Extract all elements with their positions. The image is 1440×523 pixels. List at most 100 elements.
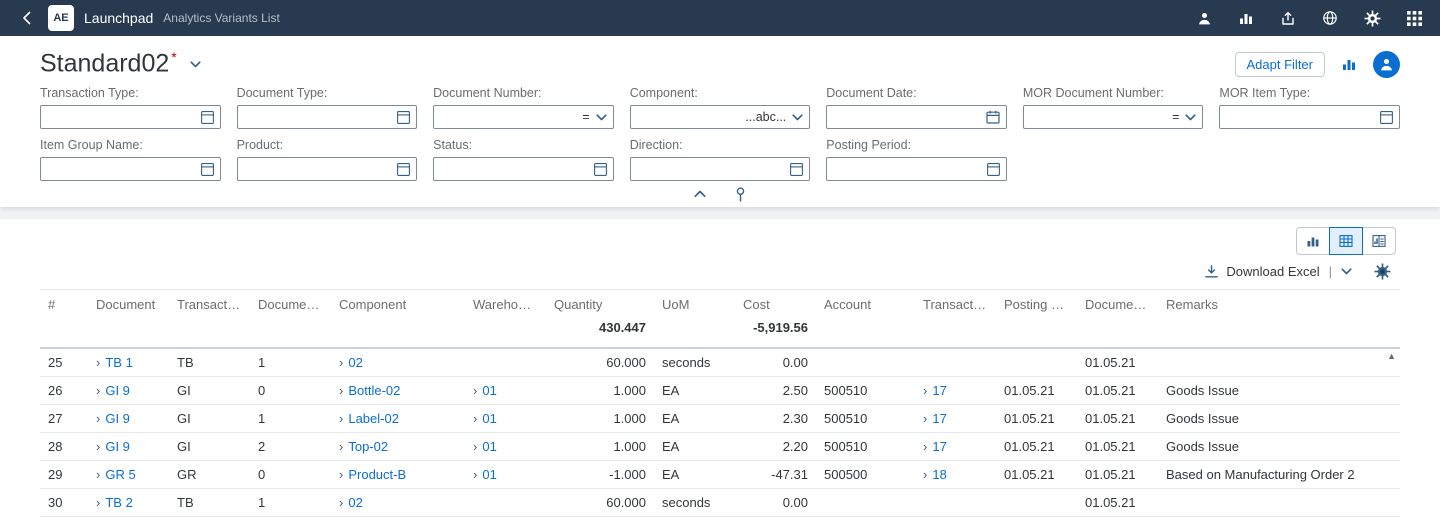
cell-link[interactable]: 01	[482, 439, 496, 454]
table-row[interactable]: 26 › GI 9 GI 0 › Bottle-02 › 01 1.000 EA 2.50 500510…	[40, 376, 1400, 405]
profile-button[interactable]	[1373, 50, 1400, 78]
column-header-document[interactable]: Document...	[250, 289, 331, 316]
column-header-quantity[interactable]: Quantity	[546, 289, 654, 316]
cell-link[interactable]: 17	[932, 411, 946, 426]
table-row[interactable]: 28 › GI 9 GI 2 › Top-02 › 01 1.000 EA 2.20 500510 › 17…	[40, 432, 1400, 461]
cell-link[interactable]: 01	[482, 411, 496, 426]
filter-input-status[interactable]	[433, 157, 614, 181]
value-help-icon[interactable]	[397, 162, 411, 176]
table-cell: GI	[169, 432, 250, 461]
scroll-top-icon[interactable]: ▲	[1387, 352, 1396, 361]
bar-chart-icon[interactable]	[1236, 8, 1256, 28]
cell-link[interactable]: GR 5	[105, 467, 135, 482]
filter-input-document-date[interactable]	[826, 105, 1007, 129]
filter-input-component[interactable]: ...abc...	[629, 105, 811, 129]
cell-link[interactable]: 17	[932, 383, 946, 398]
globe-icon[interactable]	[1320, 8, 1340, 28]
column-header-component[interactable]: Component	[331, 289, 465, 316]
cell-link[interactable]: 02	[348, 495, 362, 510]
chart-icon[interactable]	[1337, 52, 1361, 76]
table-settings-gear-icon[interactable]	[1372, 261, 1392, 281]
value-help-icon[interactable]	[986, 162, 1000, 176]
column-total	[816, 316, 915, 349]
column-header-account[interactable]: Account	[816, 289, 915, 316]
value-help-icon[interactable]	[200, 162, 214, 176]
filter-input-transaction-type[interactable]	[40, 105, 221, 129]
cell-link[interactable]: 17	[932, 439, 946, 454]
filter-input-document-type[interactable]	[236, 105, 418, 129]
back-icon[interactable]	[16, 7, 38, 29]
table-row[interactable]: 25 › TB 1 TB 1 › 02 60.000 seconds 0.00 01.05.21	[40, 348, 1400, 377]
value-help-icon[interactable]	[397, 110, 411, 124]
filter-input-mor-document-number[interactable]: =	[1022, 105, 1204, 129]
column-header-posting-date[interactable]: Posting Date	[996, 289, 1077, 316]
cell-link[interactable]: Bottle-02	[348, 383, 400, 398]
cell-link[interactable]: TB 2	[105, 495, 132, 510]
expand-chevron-icon: ›	[923, 439, 928, 454]
filter-label: Direction:	[629, 138, 683, 152]
value-help-icon[interactable]	[593, 162, 607, 176]
column-header-transaction[interactable]: Transaction...	[915, 289, 996, 316]
settings-icon[interactable]	[1362, 8, 1382, 28]
column-header-uom[interactable]: UoM	[654, 289, 735, 316]
page-title[interactable]: Standard02 *	[40, 49, 177, 78]
cell-link[interactable]: TB 1	[105, 355, 132, 370]
chart-view-button[interactable]	[1296, 227, 1330, 255]
download-menu-chevron-icon[interactable]	[1341, 267, 1352, 275]
operator-label[interactable]: =	[1172, 110, 1179, 124]
table-row[interactable]: 30 › TB 2 TB 1 › 02 60.000 seconds 0.00 01.05.21	[40, 488, 1400, 517]
column-header-document[interactable]: Document	[88, 289, 169, 316]
dropdown-icon[interactable]	[596, 113, 607, 121]
download-excel-button[interactable]: Download Excel |	[1204, 264, 1352, 279]
value-help-icon[interactable]	[790, 162, 804, 176]
expand-chevron-icon: ›	[923, 467, 928, 482]
table-cell: › 01	[465, 404, 546, 433]
table-cell: 01.05.21	[996, 376, 1077, 405]
table-cell	[996, 348, 1077, 377]
calendar-icon[interactable]	[986, 110, 1000, 124]
dropdown-icon[interactable]	[1185, 113, 1197, 121]
column-header-[interactable]: #	[40, 289, 88, 316]
cell-link[interactable]: GI 9	[105, 439, 130, 454]
table-row[interactable]: 27 › GI 9 GI 1 › Label-02 › 01 1.000 EA 2.30 500510 ›…	[40, 404, 1400, 433]
table-view-button[interactable]	[1329, 227, 1363, 255]
filter-input-mor-item-type[interactable]	[1219, 105, 1400, 129]
dropdown-icon[interactable]	[792, 113, 803, 121]
cell-link[interactable]: Top-02	[348, 439, 388, 454]
table-cell: 1.000	[546, 432, 654, 461]
variant-chevron-down-icon[interactable]	[187, 55, 205, 73]
cell-link[interactable]: GI 9	[105, 383, 130, 398]
filter-input-product[interactable]	[236, 157, 418, 181]
filter-input-item-group-name[interactable]	[40, 157, 221, 181]
cell-link[interactable]: Product-B	[348, 467, 406, 482]
value-help-icon[interactable]	[200, 110, 214, 124]
filter-input-direction[interactable]	[629, 157, 811, 181]
column-header-warehouse[interactable]: Warehouse...	[465, 289, 546, 316]
column-header-remarks[interactable]: Remarks	[1158, 289, 1400, 316]
filter-input-document-number[interactable]: =	[433, 105, 614, 129]
column-header-cost[interactable]: Cost	[735, 289, 816, 316]
collapse-filter-chevron-up-icon[interactable]	[690, 185, 710, 203]
table-row[interactable]: 29 › GR 5 GR 0 › Product-B › 01 -1.000 EA -47.31 500…	[40, 460, 1400, 489]
cell-link[interactable]: 01	[482, 383, 496, 398]
export-icon[interactable]	[1278, 8, 1298, 28]
app-logo-initials: AE	[53, 12, 69, 24]
mixed-view-button[interactable]	[1362, 227, 1396, 255]
user-icon[interactable]	[1194, 8, 1214, 28]
cell-link[interactable]: 01	[482, 467, 496, 482]
grid-icon[interactable]	[1404, 8, 1424, 28]
value-help-icon[interactable]	[1380, 110, 1393, 124]
app-logo[interactable]: AE	[48, 5, 74, 31]
column-header-transaction[interactable]: Transaction...	[169, 289, 250, 316]
cell-link[interactable]: Label-02	[348, 411, 399, 426]
pin-filter-icon[interactable]	[730, 185, 750, 203]
cell-link[interactable]: 18	[932, 467, 946, 482]
column-header-document[interactable]: Document...	[1077, 289, 1158, 316]
adapt-filter-button[interactable]: Adapt Filter	[1234, 51, 1325, 77]
table-cell	[465, 488, 546, 517]
filter-input-posting-period[interactable]	[826, 157, 1007, 181]
cell-link[interactable]: 02	[348, 355, 362, 370]
cell-link[interactable]: GI 9	[105, 411, 130, 426]
operator-label[interactable]: ...abc...	[745, 110, 786, 124]
operator-label[interactable]: =	[582, 110, 589, 124]
